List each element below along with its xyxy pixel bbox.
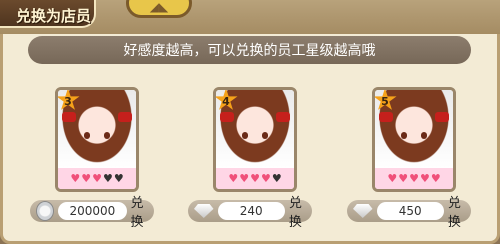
heart-icon: ♥ [239,172,250,185]
heart-icon: ♥ [228,172,239,185]
exchange-label: 兑换 [447,196,461,230]
price-value: 200000 [58,202,127,220]
heart-icon: ♥ [409,172,419,185]
price-value: 450 [376,202,444,220]
heart-icon: ♥ [81,172,92,185]
affection-hearts: ♥ ♥ ♥ ♥ ♥ [216,168,294,189]
top-button-icon: ◢◣ [149,0,169,14]
price-value: 240 [217,202,285,220]
heart-icon: ♥ [260,172,271,185]
diamond-icon [353,204,373,218]
heart-icon: ♥ [113,172,124,185]
title-tab: 兑换为店员 [0,0,96,28]
heart-icon: ♥ [271,172,282,185]
affection-hearts: ♥ ♥ ♥ ♥ ♥ [58,168,136,189]
employee-card-5star[interactable]: 5 ♥ ♥ ♥ ♥ ♥ [372,87,456,192]
top-button[interactable]: ◢◣ [126,0,192,18]
heart-icon: ♥ [398,172,409,185]
employee-card-3star[interactable]: 3 ♥ ♥ ♥ ♥ ♥ [55,87,139,192]
info-banner: 好感度越高，可以兑换的员工星级越高哦 [28,36,471,64]
affection-hearts: ♥ ♥ ♥ ♥ ♥ [375,168,453,189]
exchange-label: 兑换 [130,196,144,230]
exchange-button-5star[interactable]: 450 兑换 [347,196,471,230]
heart-icon: ♥ [70,172,81,185]
panel-title: 兑换为店员 [16,7,92,25]
diamond-icon [194,204,214,218]
heart-icon: ♥ [102,172,113,185]
coin-icon [36,201,55,221]
exchange-label: 兑换 [288,196,302,230]
heart-icon: ♥ [387,172,398,185]
employee-card-4star[interactable]: 4 ♥ ♥ ♥ ♥ ♥ [213,87,297,192]
heart-icon: ♥ [92,172,102,185]
exchange-button-3star[interactable]: 200000 兑换 [30,196,154,230]
heart-icon: ♥ [419,172,430,185]
heart-icon: ♥ [430,172,441,185]
exchange-button-4star[interactable]: 240 兑换 [188,196,312,230]
heart-icon: ♥ [250,172,260,185]
